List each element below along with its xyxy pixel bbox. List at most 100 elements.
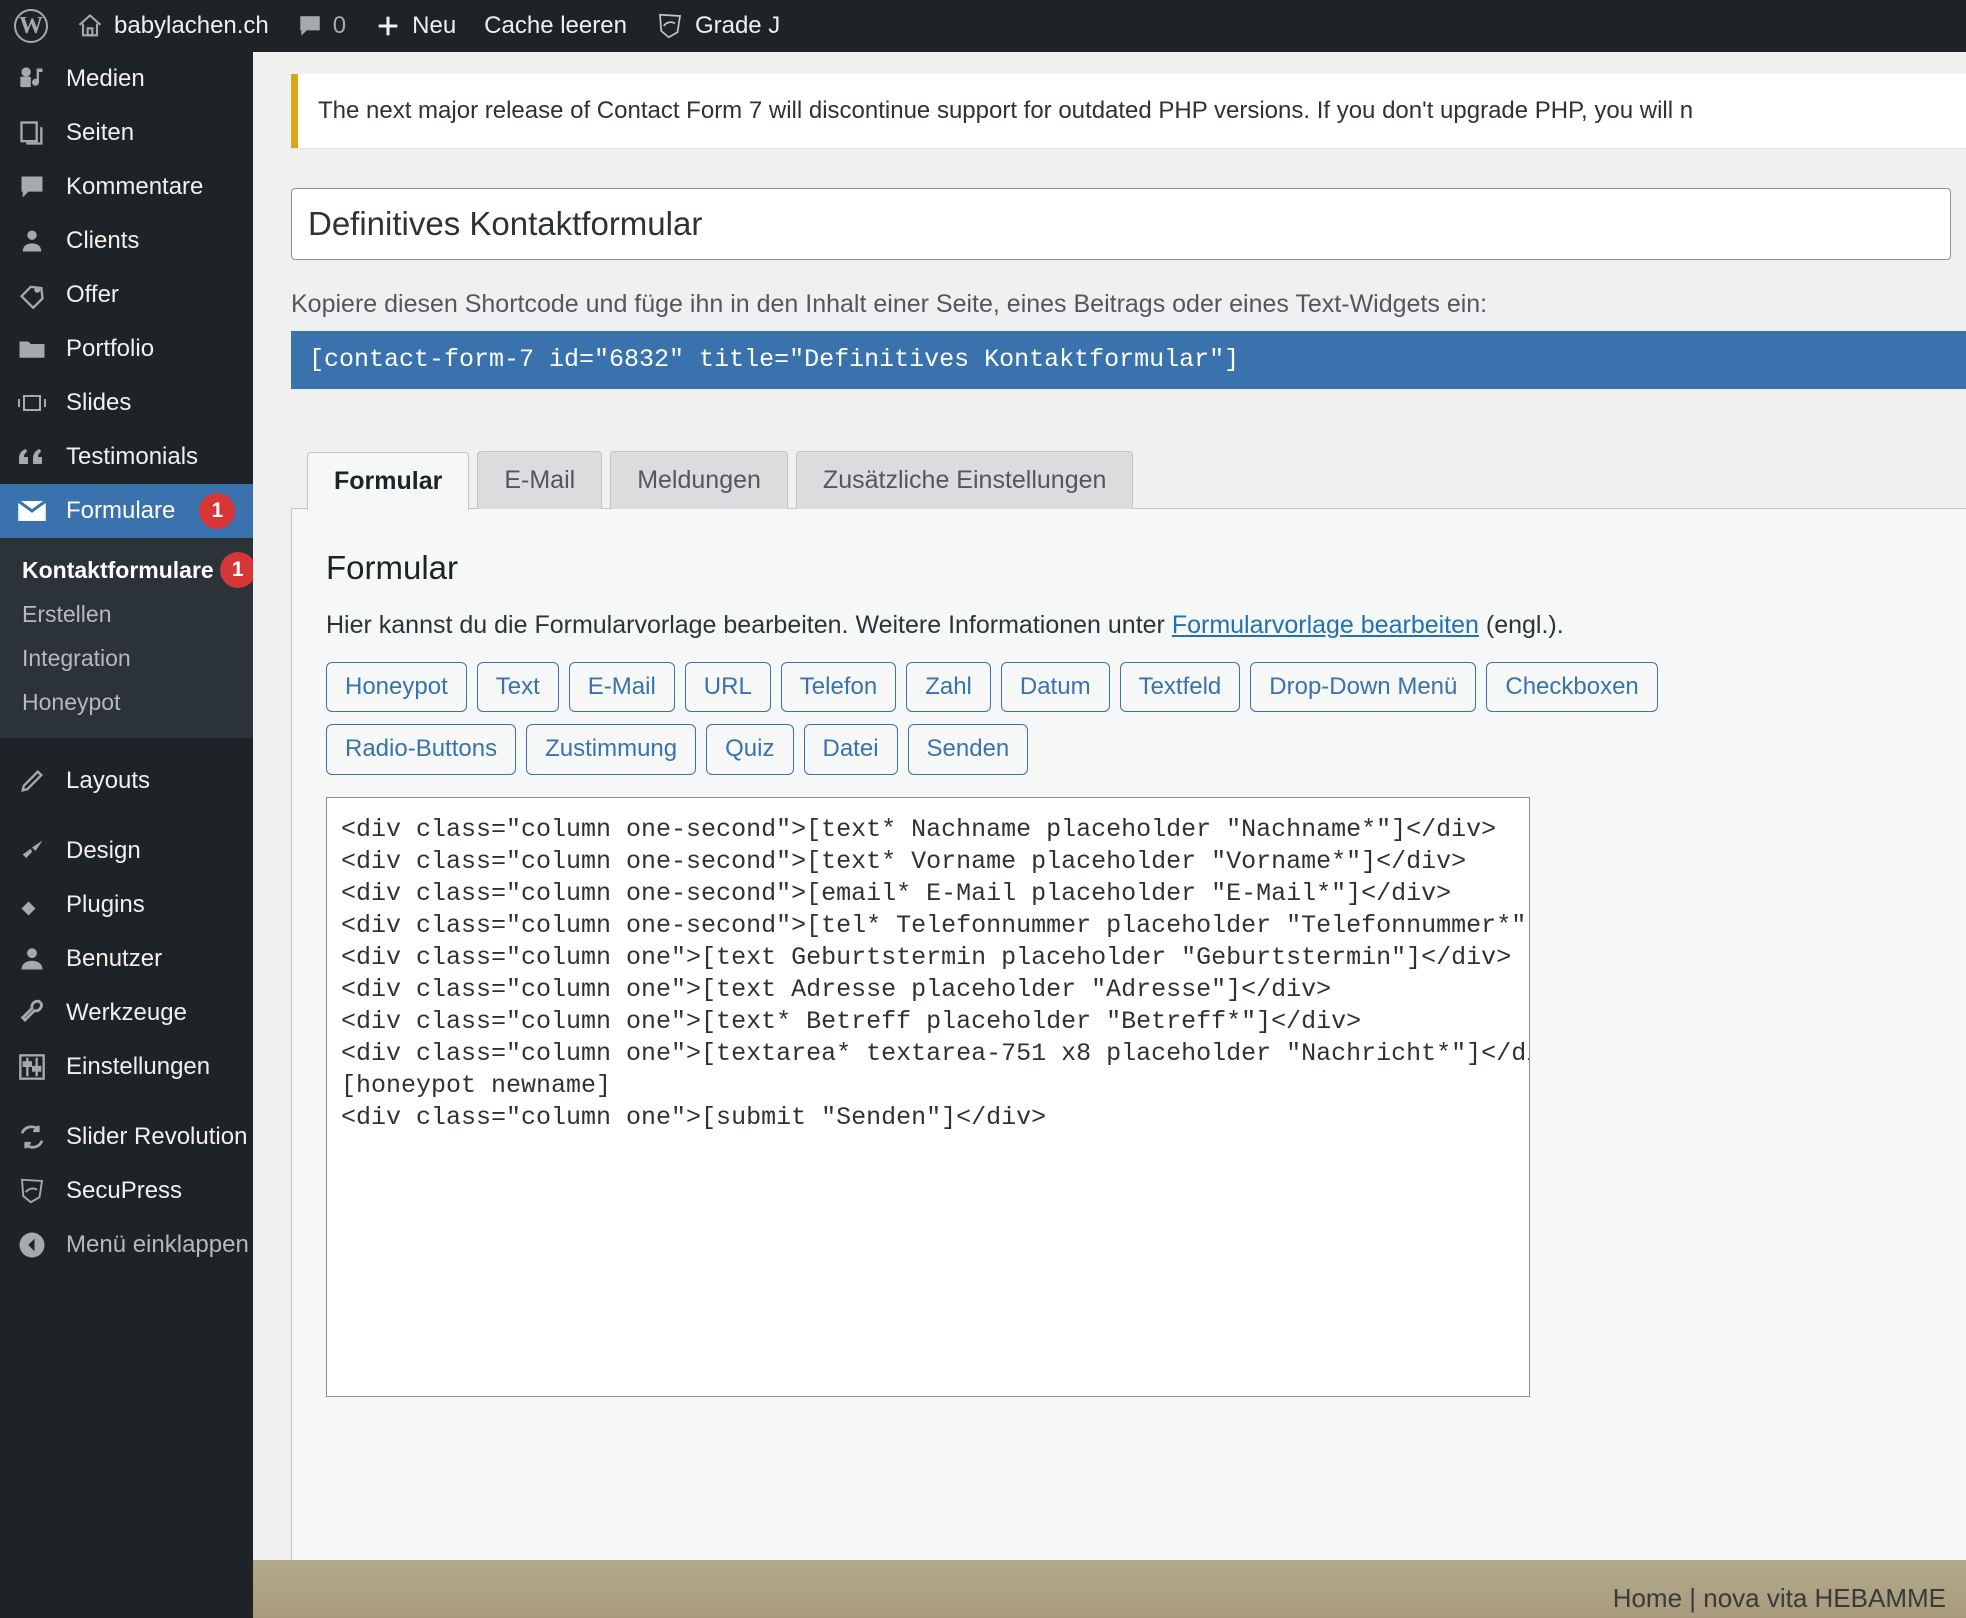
sidebar-item-seiten[interactable]: Seiten [0,106,253,160]
sliders-icon [16,1051,48,1083]
sidebar-item-testimonials[interactable]: Testimonials [0,430,253,484]
submenu-item-honeypot[interactable]: Honeypot [0,680,253,724]
form-editor-tabs: Formular E-Mail Meldungen Zusätzliche Ei… [291,451,1966,510]
wp-logo-menu[interactable]: W [0,0,62,52]
tag-button-url[interactable]: URL [684,662,771,713]
folder-icon [16,333,48,365]
wrench-icon [16,997,48,1029]
user-icon [16,943,48,975]
tag-button-text[interactable]: Text [476,662,559,713]
sidebar-item-formulare[interactable]: Formulare 1 [0,484,253,538]
form-title-input[interactable] [291,188,1951,260]
new-content-menu[interactable]: Neu [360,0,470,52]
sidebar-label: Layouts [66,767,151,794]
submenu-label: Erstellen [22,600,112,627]
tag-button-telefon[interactable]: Telefon [780,662,897,713]
comment-bubble-icon [297,13,323,39]
tag-button-datei[interactable]: Datei [803,724,898,775]
sidebar-item-design[interactable]: Design [0,824,253,878]
sidebar-label: Clients [66,227,140,254]
sidebar-item-clients[interactable]: Clients [0,214,253,268]
tag-button-textfeld[interactable]: Textfeld [1119,662,1241,713]
menu-separator [0,738,253,754]
submenu-item-integration[interactable]: Integration [0,636,253,680]
formular-panel: Formular Hier kannst du die Formularvorl… [291,508,1966,1608]
envelope-icon [16,495,48,527]
wordpress-logo-icon: W [14,9,48,43]
menu-separator [0,808,253,824]
clients-icon [16,225,48,257]
sidebar-item-einstellungen[interactable]: Einstellungen [0,1040,253,1094]
tag-button-honeypot[interactable]: Honeypot [326,662,467,713]
sidebar-item-werkzeuge[interactable]: Werkzeuge [0,986,253,1040]
sidebar-label: Testimonials [66,443,199,470]
cache-clear-label: Cache leeren [484,12,627,39]
sidebar-item-benutzer[interactable]: Benutzer [0,932,253,986]
sidebar-item-slides[interactable]: Slides [0,376,253,430]
tab-formular[interactable]: Formular [307,452,470,510]
site-name-menu[interactable]: babylachen.ch [62,0,283,52]
home-icon [76,12,104,40]
comment-count: 0 [332,12,347,39]
panel-description-post: (engl.). [1478,611,1564,639]
secupress-menu[interactable]: Grade J [641,0,794,52]
submenu-item-erstellen[interactable]: Erstellen [0,592,253,636]
shield-icon [16,1175,48,1207]
sidebar-item-collapse-menu[interactable]: Menü einklappen [0,1218,253,1272]
sidebar-item-slider-revolution[interactable]: Slider Revolution [0,1110,253,1164]
admin-bar: W babylachen.ch 0 Neu Cache leeren Grade… [0,0,1966,52]
tab-email[interactable]: E-Mail [477,451,603,509]
comments-icon [16,171,48,203]
sidebar-item-kommentare[interactable]: Kommentare [0,160,253,214]
tag-button-zahl[interactable]: Zahl [906,662,991,713]
admin-sidebar-menu: Medien Seiten Kommentare Clients Offer P… [0,52,253,1618]
tag-button-datum[interactable]: Datum [1000,662,1110,713]
notice-text: The next major release of Contact Form 7… [318,97,1694,124]
sidebar-item-medien[interactable]: Medien [0,52,253,106]
sidebar-item-portfolio[interactable]: Portfolio [0,322,253,376]
tag-button-senden[interactable]: Senden [907,724,1029,775]
tab-meldungen[interactable]: Meldungen [610,451,788,509]
shield-icon [655,11,685,41]
tag-button-checkboxen[interactable]: Checkboxen [1486,662,1658,713]
tag-button-zustimmung[interactable]: Zustimmung [526,724,697,775]
submenu-item-kontaktformulare[interactable]: Kontaktformulare 1 [0,548,253,592]
slides-icon [16,387,48,419]
sidebar-bottom-corner [0,1520,253,1580]
tag-button-dropdown-menue[interactable]: Drop-Down Menü [1250,662,1477,713]
kontaktformulare-badge: 1 [219,552,253,588]
media-icon [16,63,48,95]
tag-button-email[interactable]: E-Mail [568,662,675,713]
sidebar-item-offer[interactable]: Offer [0,268,253,322]
tag-button-radio-buttons[interactable]: Radio-Buttons [326,724,517,775]
sidebar-item-plugins[interactable]: Plugins [0,878,253,932]
cache-clear-menu[interactable]: Cache leeren [470,0,641,52]
shortcode-instruction: Kopiere diesen Shortcode und füge ihn in… [291,290,1488,318]
background-page-peek: Home | nova vita HEBAMME [0,1560,1966,1618]
shortcode-field[interactable]: [contact-form-7 id="6832" title="Definit… [291,331,1966,389]
sidebar-label: Seiten [66,119,135,146]
admin-main-content: The next major release of Contact Form 7… [253,52,1966,1618]
form-title-wrap [291,188,1951,260]
plug-icon [16,889,48,921]
sidebar-label: Werkzeuge [66,999,187,1026]
sidebar-label: Slides [66,389,132,416]
sidebar-label: Offer [66,281,119,308]
sidebar-item-layouts[interactable]: Layouts [0,754,253,808]
form-template-editor[interactable] [326,796,1530,1397]
brush-icon [16,835,48,867]
formulare-submenu: Kontaktformulare 1 Erstellen Integration… [0,538,253,738]
sidebar-label: Medien [66,65,145,92]
tag-button-quiz[interactable]: Quiz [706,724,794,775]
comments-menu[interactable]: 0 [283,0,360,52]
new-label: Neu [412,12,457,39]
sidebar-label: Einstellungen [66,1053,211,1080]
php-version-notice: The next major release of Contact Form 7… [291,74,1966,148]
panel-description: Hier kannst du die Formularvorlage bearb… [326,611,1936,640]
collapse-icon [16,1229,48,1261]
tab-zusaetzliche-einstellungen[interactable]: Zusätzliche Einstellungen [795,451,1134,509]
panel-heading: Formular [326,549,459,586]
sidebar-item-secupress[interactable]: SecuPress [0,1164,253,1218]
plus-icon [374,12,402,40]
formularvorlage-bearbeiten-link[interactable]: Formularvorlage bearbeiten [1172,611,1479,639]
